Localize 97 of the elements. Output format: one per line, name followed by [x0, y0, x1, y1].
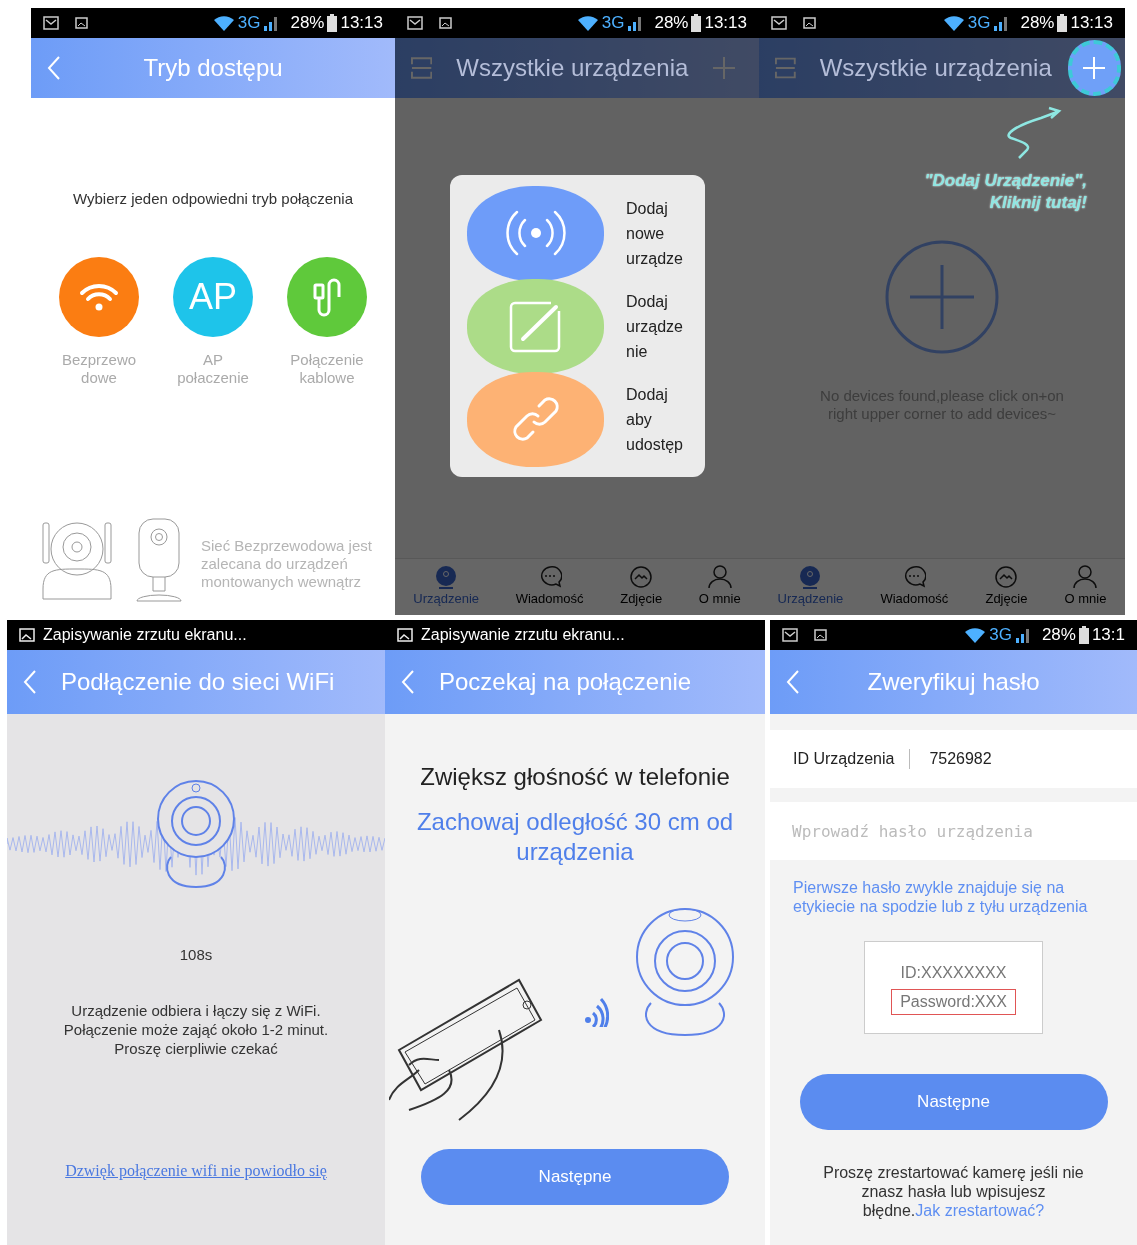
mail-icon [407, 16, 423, 30]
mode-label: Bezprzewo dowe [61, 350, 137, 387]
prompt-text: Wybierz jeden odpowiedni tryb połączenia [73, 189, 353, 209]
tab[interactable]: Urządzenie [413, 565, 480, 609]
wifi-icon [79, 281, 119, 312]
screen-title: Wszystkie urządzenia [818, 53, 1052, 83]
device-icon [798, 565, 823, 590]
back-icon[interactable] [47, 55, 61, 81]
battery-icon [691, 14, 702, 32]
image-icon [814, 629, 827, 641]
password-field[interactable]: Wprowadź hasło urządzenia [770, 802, 1137, 860]
tab[interactable]: Wiadomość [515, 565, 584, 609]
tab[interactable]: O mnie [1064, 565, 1107, 609]
tab[interactable]: Wiadomość [880, 565, 949, 609]
signal-icon [993, 15, 1010, 31]
mode-label: Połączenie kablowe [290, 350, 364, 387]
profile-icon [707, 565, 732, 590]
id-label-text: ID:XXXXXXXX [900, 962, 1007, 983]
network-type: 3G [967, 12, 991, 35]
instruction-heading: Zwiększ głośność w telefonie [420, 762, 730, 792]
tab[interactable]: Zdjęcie [985, 565, 1028, 609]
image-icon [803, 17, 816, 29]
retry-link[interactable]: Dzwięk połączenie wifi nie powiodło się [65, 1159, 327, 1183]
image-icon [75, 17, 88, 29]
add-device-circle-icon[interactable] [885, 240, 999, 354]
profile-icon [1073, 565, 1098, 590]
add-button[interactable] [1067, 40, 1121, 96]
restart-hint: Proszę zrestartować kamerę jeśli nie znasz hasła lub wpisujesz błędne.Jak zrestartować? [822, 1163, 1085, 1220]
message-icon [902, 565, 927, 590]
screen-title: Zweryfikuj hasło [866, 667, 1041, 697]
notification-text: Zapisywanie zrzutu ekranu... [43, 625, 247, 645]
menu-item-label: Dodaj nowe urządze [626, 198, 683, 269]
network-type: 3G [601, 12, 625, 35]
scan-icon[interactable] [775, 56, 796, 80]
image-icon [19, 628, 35, 642]
device-id-label: ID Urządzenia [793, 749, 895, 769]
annotation-text: "Dodaj Urządzenie", Kliknij tutaj! [924, 170, 1087, 214]
add-icon [712, 57, 735, 79]
screen-title: Poczekaj na połączenie [438, 667, 693, 697]
device-icon [434, 565, 459, 590]
password-hint: Pierwsze hasło zwykle znajduje się na etykiecie na spodzie lub z tyłu urządzenia [792, 878, 1089, 916]
wifi-icon [576, 15, 599, 31]
battery-icon [1078, 626, 1089, 644]
wifi-icon [212, 15, 235, 31]
image-icon [439, 17, 452, 29]
screen-title: Tryb dostępu [142, 53, 284, 83]
wifi-icon [942, 15, 965, 31]
battery-level: 28% [290, 12, 325, 35]
mail-icon [43, 16, 59, 30]
countdown-text: 108s [179, 945, 213, 965]
menu-item-label: Dodaj urządze nie [626, 291, 683, 362]
wifi-icon [964, 627, 987, 643]
clock: 13:1 [1091, 624, 1125, 647]
image-icon [397, 628, 413, 642]
clock: 13:13 [340, 12, 383, 35]
network-type: 3G [989, 624, 1012, 647]
battery-icon [327, 14, 338, 32]
screen-title: Podłączenie do sieci WiFi [60, 667, 336, 697]
mode-label: AP połaczenie [177, 350, 249, 387]
menu-item[interactable]: Dodaj nowe urządze [467, 186, 705, 280]
recommendation-text: Sieć Bezprzewodowa jest zalecana do urządzeń montowanych wewnątrz [201, 537, 373, 591]
screen-title: Wszystkie urządzenia [455, 53, 689, 83]
menu-item-label: Dodaj aby udostęp [626, 384, 683, 455]
clock: 13:13 [704, 12, 747, 35]
distance-instruction: Zachowaj odległość 30 cm od urządzenia [415, 807, 735, 867]
battery-icon [1057, 14, 1068, 32]
restart-help-link[interactable]: Jak zrestartować? [915, 1202, 1045, 1219]
scan-icon[interactable] [411, 56, 433, 80]
tab[interactable]: O mnie [698, 565, 741, 609]
photo-icon [994, 565, 1019, 590]
signal-icon [627, 15, 644, 31]
signal-icon [1014, 627, 1031, 643]
mode-icon-text: AP [189, 274, 237, 319]
photo-icon [629, 565, 654, 590]
device-id-value: 7526982 [929, 749, 992, 769]
menu-item[interactable]: Dodaj aby udostęp [467, 372, 705, 466]
back-icon[interactable] [401, 669, 415, 695]
back-icon[interactable] [786, 669, 800, 695]
mode-button[interactable]: AP [173, 256, 253, 337]
status-message: Urządzenie odbiera i łączy się z WiFi. Połączenie może zająć około 1-2 minut. Proszę cierpliwie czekać [63, 1000, 329, 1058]
menu-item[interactable]: Dodaj urządze nie [467, 279, 705, 373]
next-button[interactable]: Następne [799, 1074, 1108, 1130]
password-label-text: Password:XXX [891, 988, 1016, 1015]
signal-icon [263, 15, 280, 31]
battery-level: 28% [1020, 12, 1055, 35]
mail-icon [771, 16, 787, 30]
tab[interactable]: Zdjęcie [620, 565, 663, 609]
tab[interactable]: Urządzenie [777, 565, 844, 609]
back-icon[interactable] [23, 669, 37, 695]
battery-level: 28% [1041, 624, 1076, 647]
network-type: 3G [237, 12, 261, 35]
mail-icon [782, 628, 798, 642]
battery-level: 28% [654, 12, 689, 35]
next-button[interactable]: Następne [421, 1149, 729, 1205]
notification-text: Zapisywanie zrzutu ekranu... [421, 625, 625, 645]
add-icon [1083, 57, 1106, 79]
clock: 13:13 [1070, 12, 1113, 35]
